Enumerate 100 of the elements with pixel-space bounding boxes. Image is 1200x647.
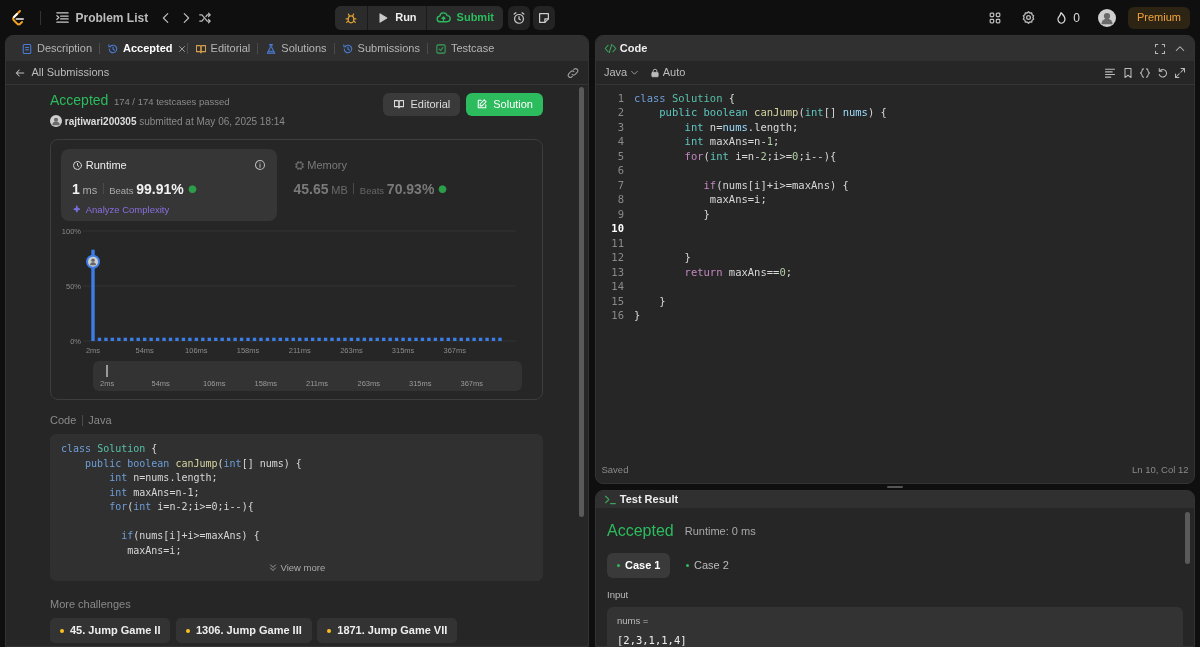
bar[interactable] [453, 337, 457, 341]
bar[interactable] [472, 337, 476, 341]
bar[interactable] [265, 337, 270, 341]
bar[interactable] [233, 337, 237, 341]
bar[interactable] [110, 337, 115, 341]
language-dropdown[interactable]: Java [604, 64, 639, 81]
case-tab[interactable]: Case 1 [607, 553, 671, 578]
tab[interactable]: Testcase [427, 36, 502, 61]
bar[interactable] [420, 337, 425, 341]
logo-icon[interactable] [10, 8, 26, 27]
timer-button[interactable] [508, 5, 531, 30]
bar[interactable] [188, 337, 192, 341]
bar[interactable] [498, 337, 502, 341]
notes-button[interactable] [533, 5, 556, 30]
bar[interactable] [136, 337, 140, 341]
bar[interactable] [214, 337, 218, 341]
bar[interactable] [117, 337, 121, 341]
bar[interactable] [323, 337, 328, 341]
bar[interactable] [97, 337, 102, 341]
avatar-button[interactable] [1098, 8, 1116, 27]
bar[interactable] [285, 337, 289, 341]
bar[interactable] [207, 337, 211, 341]
tab[interactable]: Accepted [100, 36, 180, 61]
bar[interactable] [440, 337, 444, 341]
close-tab-button[interactable] [176, 43, 187, 54]
bar[interactable] [175, 337, 179, 341]
bar[interactable] [466, 337, 470, 341]
info-icon[interactable] [254, 159, 266, 171]
bar[interactable] [272, 337, 276, 341]
tab[interactable]: Solutions [258, 36, 334, 61]
bar[interactable] [427, 337, 431, 341]
tab[interactable]: Submissions [334, 36, 427, 61]
bar[interactable] [226, 337, 231, 341]
scrollbar[interactable] [579, 87, 584, 517]
fullscreen-button[interactable] [1153, 42, 1166, 55]
bar[interactable] [239, 337, 244, 341]
case-tab[interactable]: Case 2 [676, 553, 739, 578]
bar[interactable] [130, 337, 134, 341]
bar[interactable] [298, 337, 302, 341]
run-button[interactable]: Run [368, 5, 426, 30]
bar[interactable] [278, 337, 283, 341]
bar[interactable] [336, 337, 341, 341]
bar[interactable] [356, 337, 360, 341]
shuffle-button[interactable] [198, 10, 213, 25]
mode-button[interactable]: Auto [650, 64, 686, 81]
bar[interactable] [91, 249, 95, 341]
bar[interactable] [220, 337, 224, 341]
bar[interactable] [478, 337, 483, 341]
bar[interactable] [414, 337, 418, 341]
bar[interactable] [362, 337, 366, 341]
view-more-button[interactable]: View more [267, 561, 326, 576]
bar[interactable] [104, 337, 108, 341]
scrollbar[interactable] [1185, 511, 1190, 564]
bar[interactable] [310, 337, 315, 341]
editorial-button[interactable]: Editorial [383, 92, 461, 116]
bar[interactable] [349, 337, 354, 341]
list-icon[interactable] [55, 10, 70, 25]
bar[interactable] [459, 337, 463, 341]
back-link[interactable]: All Submissions [14, 64, 110, 81]
bar[interactable] [491, 337, 496, 341]
username-link[interactable]: rajtiwari200305 [64, 113, 137, 129]
share-link-button[interactable] [566, 65, 580, 80]
reset-button[interactable] [1156, 66, 1169, 79]
resize-handle[interactable] [887, 486, 903, 488]
bar[interactable] [123, 337, 127, 341]
bar[interactable] [143, 337, 147, 341]
bar[interactable] [317, 337, 321, 341]
bar[interactable] [388, 337, 392, 341]
bar[interactable] [155, 337, 160, 341]
bar[interactable] [407, 337, 412, 341]
premium-button[interactable]: Premium [1128, 6, 1190, 29]
runtime-card[interactable]: Runtime 1 ms Beats 99.91% Analyze Complexity [61, 148, 277, 221]
tab[interactable]: Description [14, 36, 100, 61]
layout-button[interactable] [988, 10, 1003, 25]
bar[interactable] [304, 337, 308, 341]
stat-card[interactable]: Memory 45.65 MB Beats 70.93% [282, 148, 499, 221]
challenge-chip[interactable]: 45. Jump Game II [50, 618, 171, 643]
bar[interactable] [330, 337, 334, 341]
submit-button[interactable]: Submit [426, 5, 503, 30]
bar[interactable] [201, 337, 205, 341]
bar[interactable] [375, 337, 379, 341]
bar[interactable] [382, 337, 386, 341]
format-button[interactable] [1104, 66, 1116, 79]
bar[interactable] [181, 337, 186, 341]
bar[interactable] [291, 337, 295, 341]
braces-button[interactable] [1139, 66, 1151, 79]
problem-list-link[interactable]: Problem List [75, 8, 149, 27]
bar[interactable] [343, 337, 347, 341]
bar[interactable] [259, 337, 263, 341]
bookmark-button[interactable] [1121, 66, 1134, 79]
challenge-chip[interactable]: 1306. Jump Game III [176, 618, 312, 643]
bar[interactable] [446, 337, 450, 341]
bar[interactable] [246, 337, 250, 341]
tab[interactable]: Editorial [187, 36, 258, 61]
debug-button[interactable] [335, 5, 368, 30]
bar[interactable] [485, 337, 489, 341]
challenge-chip[interactable]: 1871. Jump Game VII [317, 618, 458, 643]
bar[interactable] [252, 337, 257, 341]
bar[interactable] [401, 337, 405, 341]
bar[interactable] [433, 337, 438, 341]
